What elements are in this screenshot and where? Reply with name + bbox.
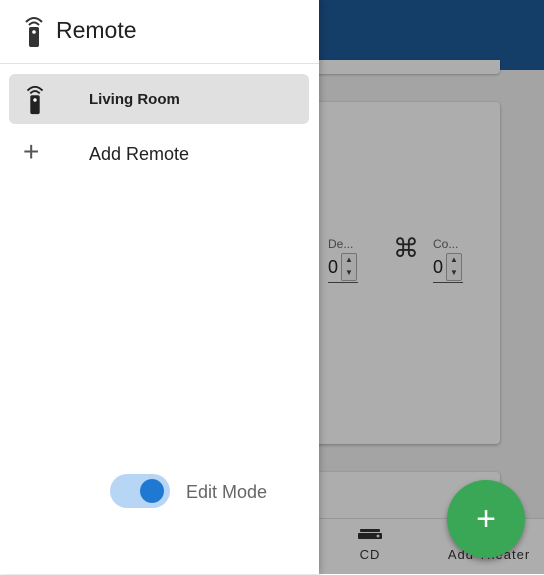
toggle-knob: [140, 479, 164, 503]
drawer-item-label: Living Room: [89, 91, 180, 108]
drawer-item-label: Add Remote: [89, 144, 190, 164]
navigation-drawer: Remote Living Room + Add Remote Edit Mod…: [0, 0, 319, 574]
drawer-header: Remote: [0, 0, 319, 64]
drawer-title: Remote: [56, 17, 137, 43]
remote-icon: [26, 85, 44, 115]
plus-icon: +: [23, 136, 40, 167]
drawer-item-add-remote[interactable]: + Add Remote: [9, 129, 309, 179]
drawer-item-living-room[interactable]: Living Room: [9, 74, 309, 124]
edit-mode-row: Edit Mode: [110, 474, 300, 510]
edit-mode-label: Edit Mode: [186, 482, 268, 502]
add-fab-button[interactable]: +: [447, 480, 525, 558]
remote-icon: [25, 17, 43, 47]
edit-mode-toggle[interactable]: [110, 474, 170, 508]
